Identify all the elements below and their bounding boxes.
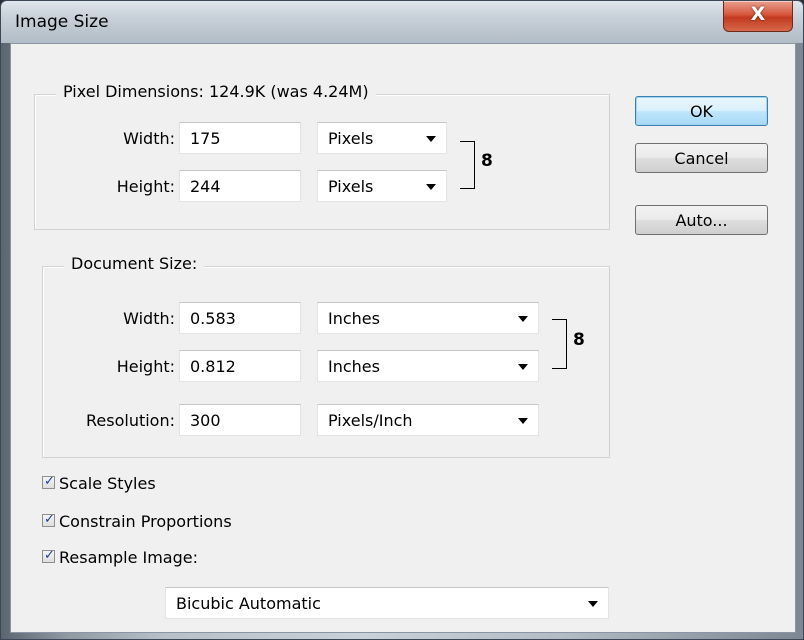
document-link-bracket [552, 319, 567, 369]
chevron-down-icon [588, 601, 598, 607]
resolution-input[interactable]: 300 [179, 404, 301, 436]
pixel-width-unit-value: Pixels [328, 129, 374, 148]
pixel-width-label: Width: [123, 129, 175, 148]
doc-height-unit-value: Inches [328, 357, 380, 376]
pixel-width-input[interactable]: 175 [179, 122, 301, 154]
cancel-button[interactable]: Cancel [635, 143, 768, 173]
doc-height-unit-select[interactable]: Inches [317, 350, 539, 382]
window-title: Image Size [15, 12, 109, 32]
chain-link-icon[interactable]: 8 [573, 330, 585, 350]
pixel-height-input[interactable]: 244 [179, 170, 301, 202]
resolution-label: Resolution: [86, 411, 175, 430]
chevron-down-icon [518, 316, 528, 322]
resample-image-label: Resample Image: [59, 548, 198, 567]
resolution-unit-value: Pixels/Inch [328, 411, 413, 430]
image-size-dialog: Image Size X Pixel Dimensions: 124.9K (w… [0, 0, 804, 640]
close-button[interactable]: X [723, 1, 793, 32]
pixel-width-unit-select[interactable]: Pixels [317, 122, 447, 154]
constrain-proportions-checkbox[interactable]: ✓ [42, 512, 55, 527]
resample-image-checkbox[interactable]: ✓ [42, 548, 55, 563]
doc-width-input[interactable]: 0.583 [179, 302, 301, 334]
doc-width-unit-value: Inches [328, 309, 380, 328]
scale-styles-checkbox[interactable]: ✓ [42, 474, 55, 489]
doc-height-label: Height: [116, 357, 175, 376]
chevron-down-icon [518, 418, 528, 424]
pixel-link-bracket [460, 141, 475, 189]
constrain-proportions-label: Constrain Proportions [59, 512, 232, 531]
doc-width-label: Width: [123, 309, 175, 328]
checkmark-icon: ✓ [44, 548, 55, 563]
chain-link-icon[interactable]: 8 [481, 151, 493, 171]
close-icon: X [750, 3, 766, 25]
dialog-body: Pixel Dimensions: 124.9K (was 4.24M) Wid… [10, 43, 796, 633]
title-bar[interactable]: Image Size X [1, 1, 803, 43]
resample-method-select[interactable]: Bicubic Automatic [165, 587, 609, 619]
scale-styles-label: Scale Styles [59, 474, 156, 493]
checkmark-icon: ✓ [44, 512, 55, 527]
pixel-dimensions-group: Pixel Dimensions: 124.9K (was 4.24M) Wid… [34, 82, 610, 230]
document-size-group: Document Size: Width: 0.583 Inches Heigh… [42, 254, 610, 458]
doc-height-input[interactable]: 0.812 [179, 350, 301, 382]
pixel-height-unit-select[interactable]: Pixels [317, 170, 447, 202]
pixel-height-unit-value: Pixels [328, 177, 374, 196]
checkmark-icon: ✓ [44, 474, 55, 489]
chevron-down-icon [426, 136, 436, 142]
chevron-down-icon [426, 184, 436, 190]
auto-button[interactable]: Auto... [635, 205, 768, 235]
doc-width-unit-select[interactable]: Inches [317, 302, 539, 334]
ok-button[interactable]: OK [635, 96, 768, 126]
resolution-unit-select[interactable]: Pixels/Inch [317, 404, 539, 436]
document-size-legend: Document Size: [64, 254, 205, 273]
chevron-down-icon [518, 364, 528, 370]
resample-method-value: Bicubic Automatic [176, 594, 321, 613]
pixel-height-label: Height: [116, 177, 175, 196]
pixel-dimensions-legend: Pixel Dimensions: 124.9K (was 4.24M) [56, 82, 376, 101]
